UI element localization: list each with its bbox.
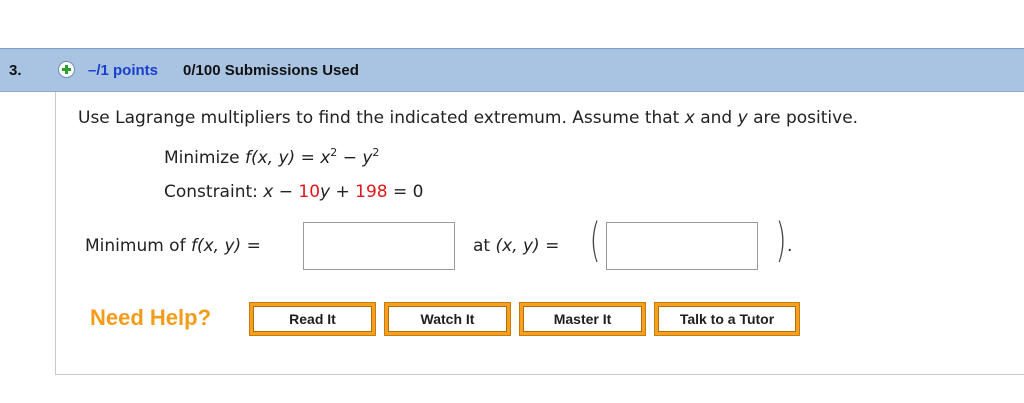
plus-circle-icon[interactable]: [58, 61, 75, 78]
constraint-line: Constraint: x − 10y + 198 = 0: [164, 182, 424, 202]
watch-it-button[interactable]: Watch It: [384, 302, 511, 336]
close-paren: ): [775, 213, 787, 267]
answer-period: .: [787, 236, 793, 256]
open-paren: (: [589, 213, 601, 267]
points-value: –/1 points: [88, 62, 159, 79]
submissions-used: 0/100 Submissions Used: [183, 62, 359, 79]
need-help-label: Need Help?: [90, 305, 212, 330]
objective-line: Minimize f(x, y) = x2 − y2: [164, 146, 380, 168]
at-point-label: at (x, y) =: [473, 236, 560, 256]
question-number: 3.: [9, 62, 22, 79]
read-it-button[interactable]: Read It: [249, 302, 376, 336]
point-value-input[interactable]: [606, 222, 758, 270]
minimum-label: Minimum of f(x, y) =: [85, 236, 261, 256]
instruction-text: Use Lagrange multipliers to find the ind…: [78, 108, 859, 128]
master-it-button[interactable]: Master It: [519, 302, 646, 336]
minimum-value-input[interactable]: [303, 222, 455, 270]
question-header: 3. –/1 points 0/100 Submissions Used: [0, 48, 1024, 92]
talk-to-tutor-button[interactable]: Talk to a Tutor: [654, 302, 800, 336]
